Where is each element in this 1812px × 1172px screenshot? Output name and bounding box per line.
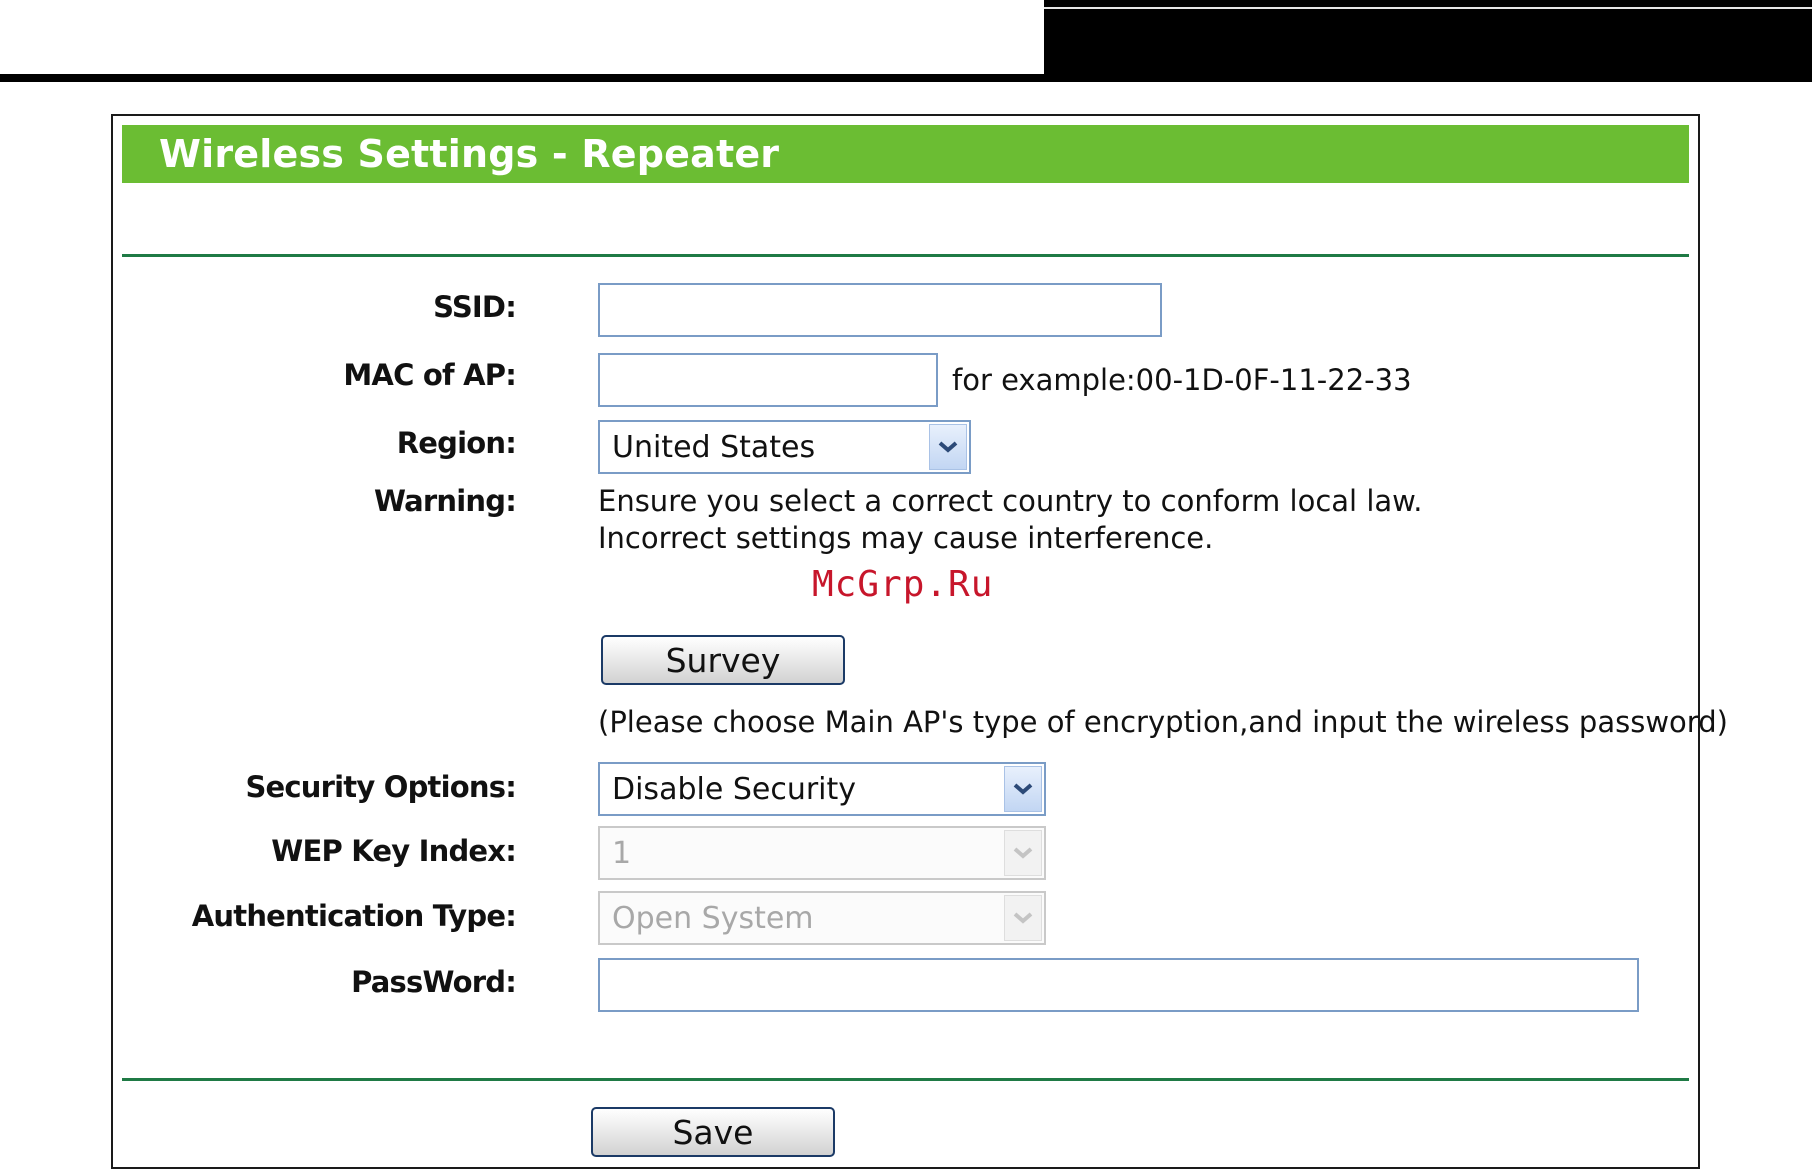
ssid-input[interactable] xyxy=(598,283,1162,337)
ssid-label: SSID: xyxy=(433,290,517,324)
page-title: Wireless Settings - Repeater xyxy=(159,132,780,176)
warning-line-1: Ensure you select a correct country to c… xyxy=(598,484,1423,518)
security-options-label: Security Options: xyxy=(245,770,516,804)
encryption-note: (Please choose Main AP's type of encrypt… xyxy=(598,705,1728,739)
password-input[interactable] xyxy=(598,958,1639,1012)
region-selected-value: United States xyxy=(612,429,816,465)
title-bar: Wireless Settings - Repeater xyxy=(122,125,1689,183)
bottom-divider xyxy=(122,1078,1689,1081)
warning-line-2: Incorrect settings may cause interferenc… xyxy=(598,521,1214,555)
watermark: McGrp.Ru xyxy=(812,564,994,605)
wep-key-index-selected-value: 1 xyxy=(612,835,632,871)
chevron-down-icon[interactable] xyxy=(1004,766,1042,812)
warning-label: Warning: xyxy=(373,484,517,518)
authentication-type-label: Authentication Type: xyxy=(191,899,517,933)
password-label: PassWord: xyxy=(351,965,517,999)
chevron-down-icon xyxy=(1004,830,1042,876)
mac-input[interactable] xyxy=(598,353,938,407)
chevron-down-icon[interactable] xyxy=(929,424,967,470)
header-band-line xyxy=(1044,7,1812,9)
wep-key-index-select: 1 xyxy=(598,826,1046,880)
authentication-type-select: Open System xyxy=(598,891,1046,945)
save-button[interactable]: Save xyxy=(591,1107,835,1157)
mac-example-hint: for example:00-1D-0F-11-22-33 xyxy=(952,363,1412,397)
mac-label: MAC of AP: xyxy=(343,358,516,392)
region-label: Region: xyxy=(396,426,517,460)
chevron-down-icon xyxy=(1004,895,1042,941)
header-rule xyxy=(0,74,1812,82)
survey-button[interactable]: Survey xyxy=(601,635,845,685)
authentication-type-selected-value: Open System xyxy=(612,900,814,936)
security-options-select[interactable]: Disable Security xyxy=(598,762,1046,816)
wep-key-index-label: WEP Key Index: xyxy=(271,834,517,868)
header-black-band xyxy=(1044,0,1812,74)
region-select[interactable]: United States xyxy=(598,420,971,474)
security-options-selected-value: Disable Security xyxy=(612,771,857,807)
top-divider xyxy=(122,254,1689,257)
